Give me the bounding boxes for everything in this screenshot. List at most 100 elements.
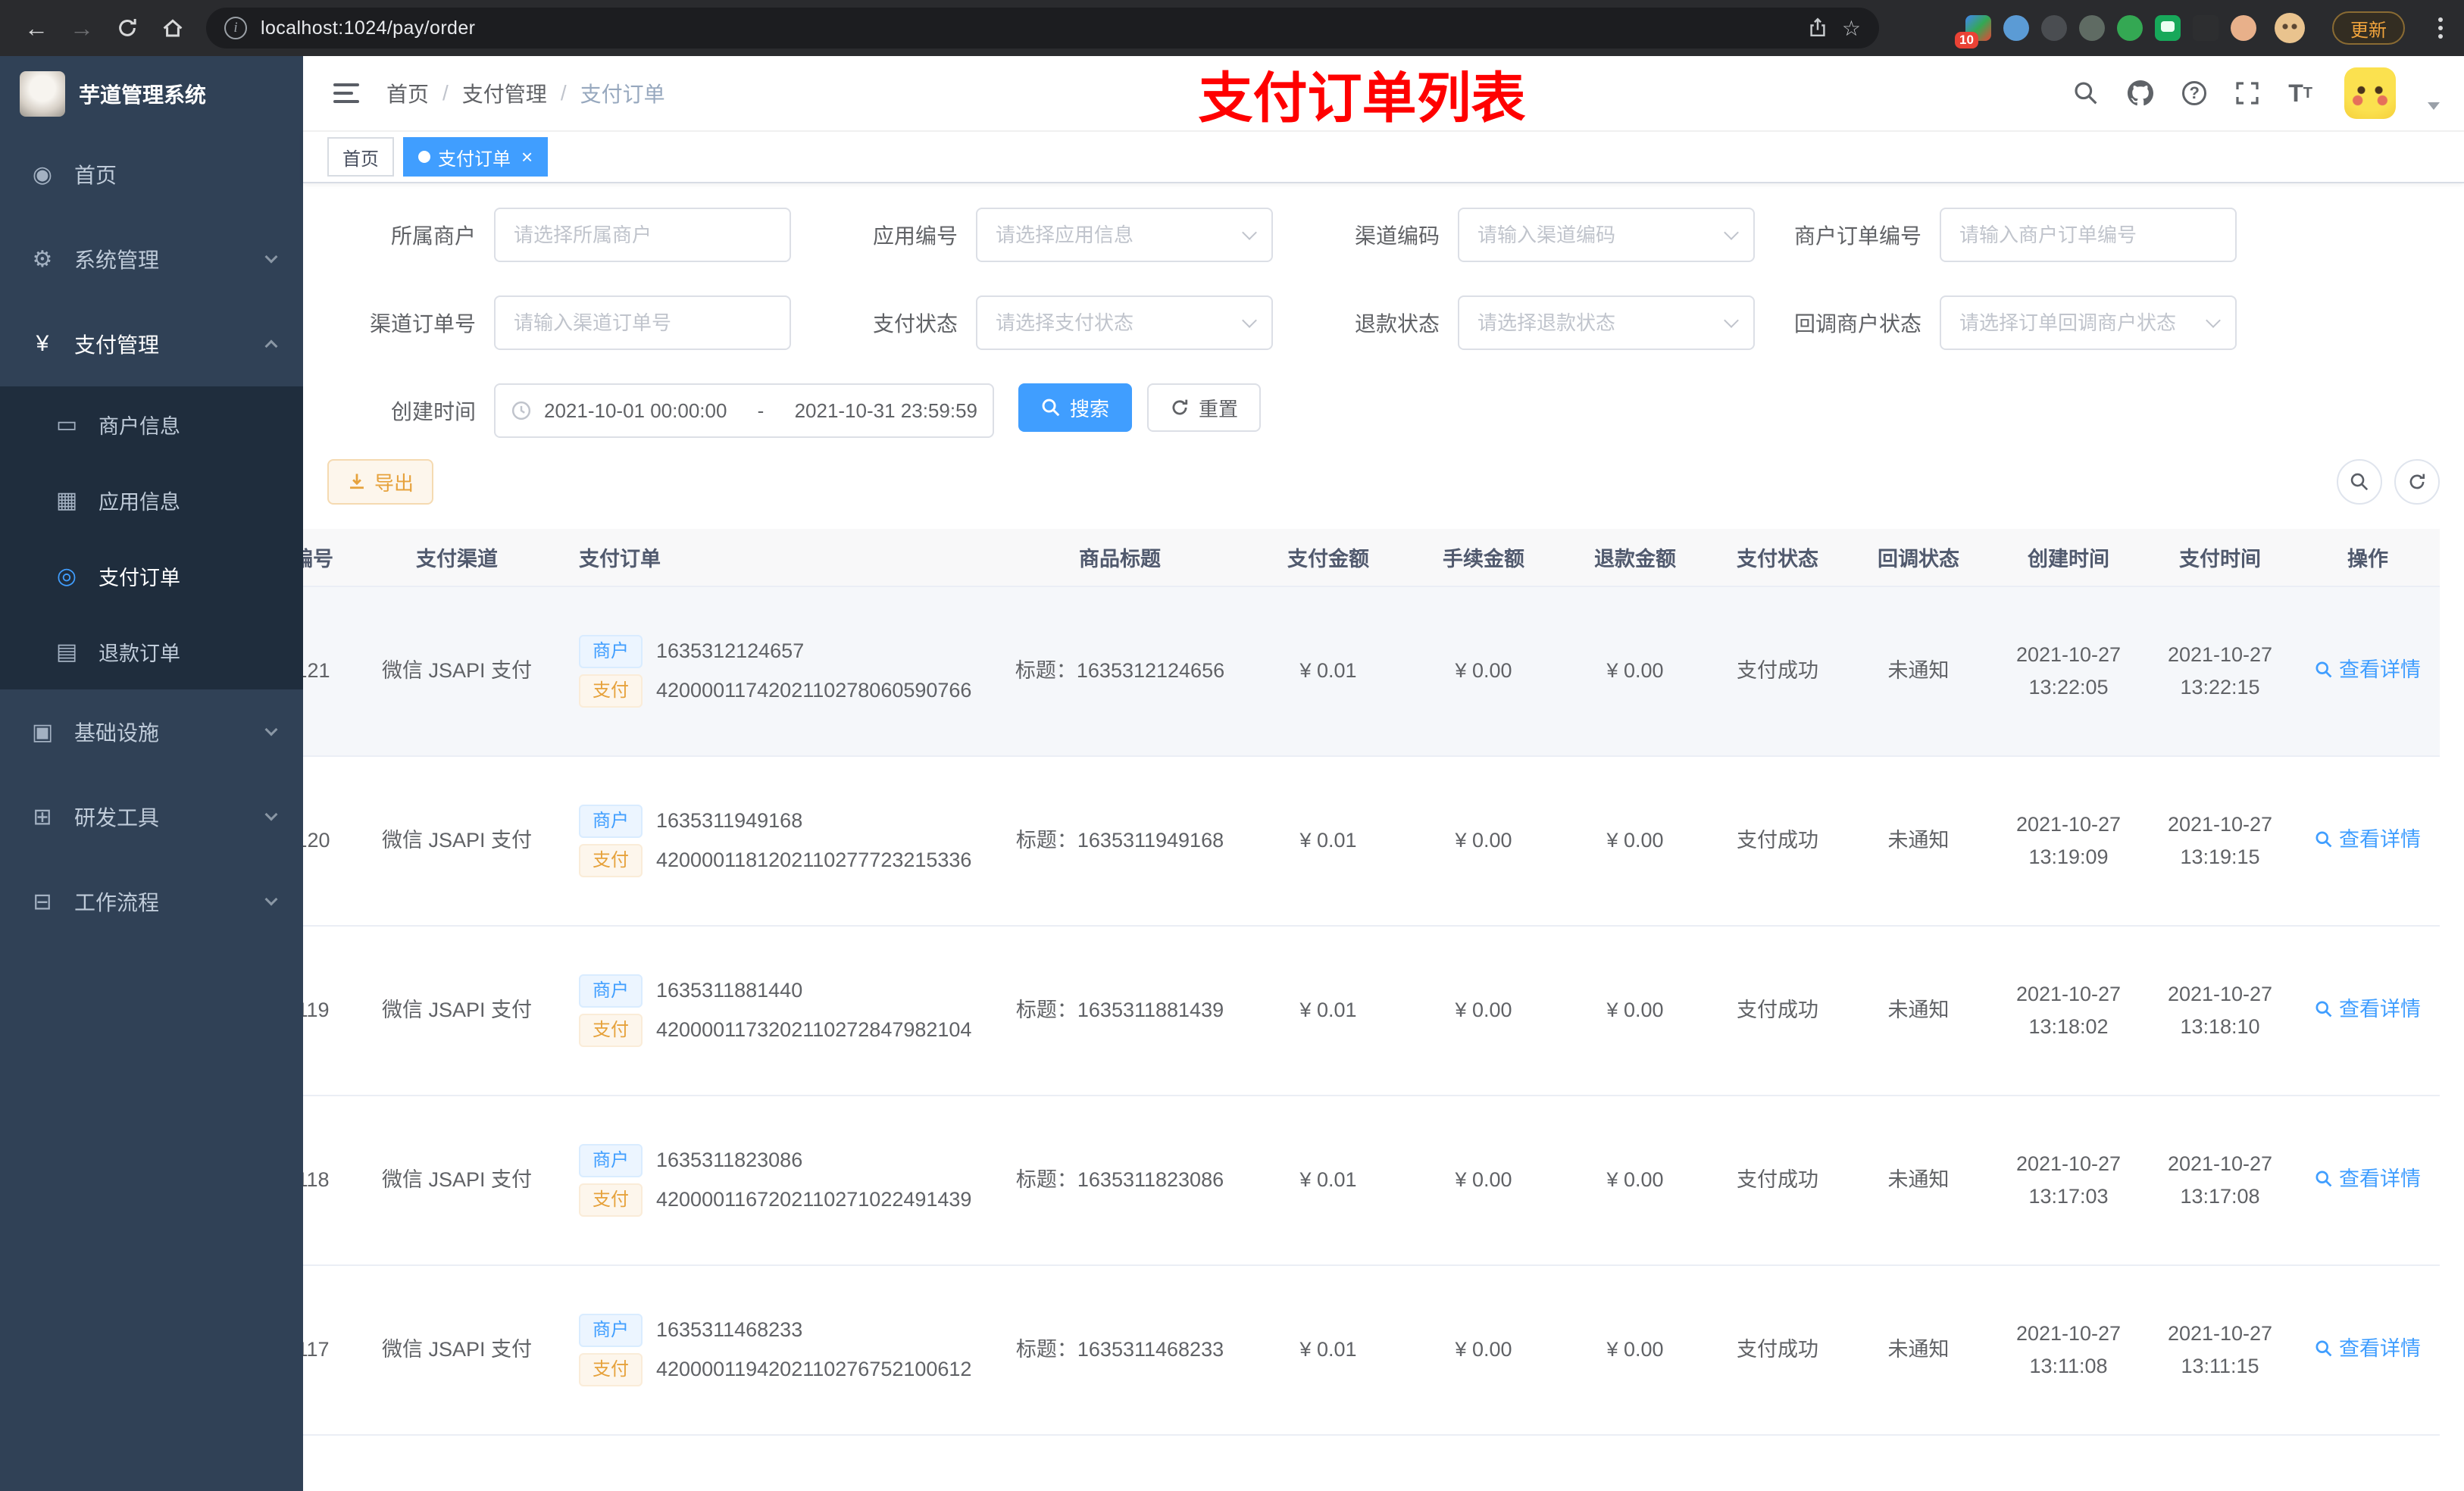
github-icon[interactable] bbox=[2128, 80, 2154, 106]
sidebar-item-dev-tools[interactable]: ⊞ 研发工具 bbox=[0, 774, 303, 859]
merchant-order-input[interactable] bbox=[1940, 208, 2237, 262]
refresh-icon bbox=[1172, 399, 1188, 415]
sidebar-item-merchant-info[interactable]: ▭ 商户信息 bbox=[0, 386, 303, 462]
app-logo: 芋道管理系统 bbox=[0, 56, 303, 132]
channel-code-label: 渠道编码 bbox=[1354, 224, 1440, 248]
dashboard-icon: ◉ bbox=[32, 161, 53, 187]
toggle-search-button[interactable] bbox=[2337, 459, 2382, 505]
channel-code-select[interactable] bbox=[1458, 208, 1755, 262]
reset-button[interactable]: 重置 bbox=[1147, 383, 1262, 432]
sidebar-item-system[interactable]: ⚙ 系统管理 bbox=[0, 217, 303, 302]
sidebar-menu: ◉ 首页 ⚙ 系统管理 ¥ 支付管理 ▭ 商户信息 ▦ 应用信息 ◎ 支付订单 … bbox=[0, 132, 303, 944]
top-navbar: 首页 / 支付管理 / 支付订单 支付订单列表 ? T T bbox=[303, 56, 2464, 132]
bookmark-star-icon[interactable]: ☆ bbox=[1842, 16, 1861, 41]
address-bar[interactable]: i localhost:1024/pay/order ☆ bbox=[206, 8, 1879, 48]
merchant-tag: 商户 bbox=[579, 1144, 643, 1177]
breadcrumb-payment[interactable]: 支付管理 bbox=[462, 78, 547, 108]
search-icon[interactable] bbox=[2073, 80, 2099, 106]
sidebar-item-pay-order[interactable]: ◎ 支付订单 bbox=[0, 538, 303, 614]
view-detail-link[interactable]: 查看详情 bbox=[2315, 1333, 2421, 1365]
table-row: 119 微信 JSAPI 支付 商户1635311881440 支付420000… bbox=[303, 926, 2440, 1096]
search-button[interactable]: 搜索 bbox=[1018, 383, 1133, 432]
view-detail-link[interactable]: 查看详情 bbox=[2315, 654, 2421, 686]
search-icon bbox=[2350, 473, 2369, 491]
browser-reload-button[interactable] bbox=[106, 7, 149, 49]
merchant-order-label: 商户订单编号 bbox=[1793, 224, 1921, 248]
breadcrumb-current: 支付订单 bbox=[580, 83, 665, 106]
refund-status-label: 退款状态 bbox=[1354, 312, 1440, 336]
caret-down-icon[interactable] bbox=[2428, 102, 2440, 110]
pay-tag: 支付 bbox=[579, 844, 643, 877]
search-icon bbox=[2315, 1340, 2332, 1357]
breadcrumb-home[interactable]: 首页 bbox=[386, 78, 429, 108]
browser-forward-button[interactable]: → bbox=[61, 7, 103, 49]
tab-close-icon[interactable]: × bbox=[521, 147, 533, 167]
help-icon[interactable]: ? bbox=[2182, 81, 2207, 105]
search-icon bbox=[2315, 1001, 2332, 1017]
channel-order-input[interactable] bbox=[494, 295, 791, 350]
browser-profile-avatar[interactable] bbox=[2275, 13, 2305, 43]
search-icon bbox=[2315, 1171, 2332, 1187]
pay-tag: 支付 bbox=[579, 1353, 643, 1386]
app-id-select[interactable] bbox=[976, 208, 1273, 262]
user-avatar[interactable] bbox=[2344, 67, 2396, 119]
extension-icon[interactable] bbox=[2117, 15, 2143, 41]
sidebar-item-refund-order[interactable]: ▤ 退款订单 bbox=[0, 614, 303, 689]
view-detail-link[interactable]: 查看详情 bbox=[2315, 1163, 2421, 1196]
browser-home-button[interactable] bbox=[152, 7, 194, 49]
browser-menu-icon[interactable] bbox=[2432, 11, 2449, 45]
date-end: 2021-10-31 23:59:59 bbox=[794, 399, 977, 422]
site-info-icon[interactable]: i bbox=[224, 17, 247, 39]
pay-status-select[interactable] bbox=[976, 295, 1273, 350]
sidebar-item-app-info[interactable]: ▦ 应用信息 bbox=[0, 462, 303, 538]
gear-icon: ⚙ bbox=[32, 246, 53, 272]
extension-icon[interactable] bbox=[2155, 15, 2181, 41]
page-content: 所属商户 应用编号 渠道编码 商户订单编号 bbox=[303, 183, 2464, 1491]
collapse-sidebar-button[interactable] bbox=[327, 77, 365, 109]
search-icon bbox=[1042, 399, 1060, 417]
browser-back-button[interactable]: ← bbox=[15, 7, 58, 49]
sidebar-item-workflow[interactable]: ⊟ 工作流程 bbox=[0, 859, 303, 944]
merchant-label: 所属商户 bbox=[390, 224, 476, 248]
callback-status-label: 回调商户状态 bbox=[1793, 312, 1921, 336]
yen-icon: ¥ bbox=[36, 331, 49, 356]
refund-status-select[interactable] bbox=[1458, 295, 1755, 350]
page: ← → i localhost:1024/pay/order ☆ 10 更新 芋… bbox=[0, 0, 2464, 1491]
font-size-icon[interactable]: TT bbox=[2288, 81, 2312, 105]
view-detail-link[interactable]: 查看详情 bbox=[2315, 824, 2421, 856]
extension-icon[interactable] bbox=[2041, 15, 2067, 41]
search-icon bbox=[2315, 831, 2332, 848]
extension-icon[interactable] bbox=[2079, 15, 2105, 41]
browser-update-button[interactable]: 更新 bbox=[2332, 11, 2405, 45]
sidebar: 芋道管理系统 ◉ 首页 ⚙ 系统管理 ¥ 支付管理 ▭ 商户信息 ▦ 应用信息 … bbox=[0, 56, 303, 1491]
sidebar-item-payment[interactable]: ¥ 支付管理 bbox=[0, 302, 303, 386]
merchant-tag: 商户 bbox=[579, 635, 643, 668]
tab-pay-order[interactable]: 支付订单 × bbox=[403, 137, 549, 177]
extension-icon[interactable] bbox=[2193, 15, 2219, 41]
extension-icon[interactable]: 10 bbox=[1955, 15, 1991, 48]
sidebar-item-home[interactable]: ◉ 首页 bbox=[0, 132, 303, 217]
pay-tag: 支付 bbox=[579, 1014, 643, 1047]
merchant-tag: 商户 bbox=[579, 974, 643, 1008]
table-row: 120 微信 JSAPI 支付 商户1635311949168 支付420000… bbox=[303, 756, 2440, 927]
share-icon[interactable] bbox=[1807, 17, 1828, 39]
chevron-down-icon bbox=[264, 723, 278, 736]
fullscreen-icon[interactable] bbox=[2235, 81, 2259, 105]
sidebar-item-infrastructure[interactable]: ▣ 基础设施 bbox=[0, 689, 303, 774]
channel-order-label: 渠道订单号 bbox=[369, 312, 476, 336]
download-icon bbox=[350, 474, 364, 489]
logo-image bbox=[20, 71, 65, 117]
extension-icon[interactable] bbox=[2003, 15, 2029, 41]
merchant-input[interactable] bbox=[494, 208, 791, 262]
orders-table: 编号 支付渠道 支付订单 商品标题 支付金额 手续金额 退款金额 支付状态 回调… bbox=[303, 529, 2464, 1491]
create-time-label: 创建时间 bbox=[390, 400, 476, 424]
export-button[interactable]: 导出 bbox=[327, 459, 434, 505]
toolbox-icon: ⊞ bbox=[33, 804, 52, 830]
view-detail-link[interactable]: 查看详情 bbox=[2315, 993, 2421, 1026]
tab-home[interactable]: 首页 bbox=[327, 137, 394, 177]
table-row-partial: 商户1635311517 bbox=[303, 1435, 2440, 1491]
refresh-table-button[interactable] bbox=[2394, 459, 2440, 505]
date-range-input[interactable]: 2021-10-01 00:00:00 - 2021-10-31 23:59:5… bbox=[494, 383, 994, 438]
extension-icon[interactable] bbox=[2231, 15, 2256, 41]
callback-status-select[interactable] bbox=[1940, 295, 2237, 350]
